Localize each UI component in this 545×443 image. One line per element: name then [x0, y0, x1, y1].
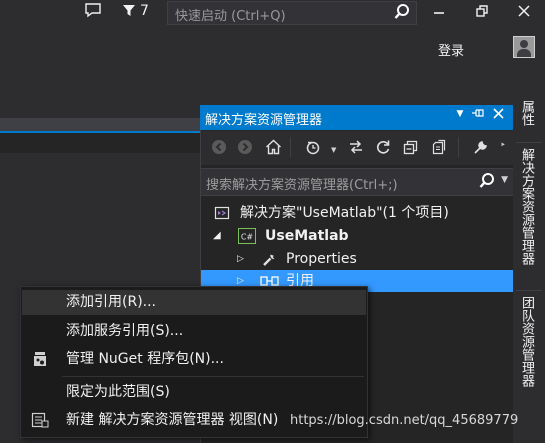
- panel-menu-icon[interactable]: ▼: [452, 109, 468, 119]
- collapsed-triangle-icon[interactable]: ▷: [237, 248, 244, 270]
- toolbar-separator: [290, 137, 291, 157]
- home-icon[interactable]: [264, 139, 282, 157]
- search-icon[interactable]: [394, 3, 410, 25]
- refresh-icon[interactable]: [374, 139, 392, 157]
- tree-item-properties[interactable]: ▷ Properties: [201, 248, 513, 270]
- forward-icon[interactable]: [236, 139, 254, 157]
- pin-icon[interactable]: [470, 107, 486, 123]
- dock-tab-solution-explorer[interactable]: 解决方案资源管理器: [517, 148, 536, 265]
- menu-item-label: 管理 NuGet 程序包(N)...: [66, 351, 224, 367]
- dock-tab-separator: [516, 290, 542, 291]
- notifications-icon[interactable]: [82, 1, 104, 27]
- menu-item-label: 新建 解决方案资源管理器 视图(N): [66, 412, 279, 428]
- watermark-url: https://blog.csdn.net/qq_45689779: [290, 413, 519, 428]
- tree-item-solution[interactable]: 解决方案"UseMatlab"(1 个项目): [201, 202, 513, 224]
- avatar[interactable]: [513, 36, 535, 58]
- dock-tab-team-explorer[interactable]: 团队资源管理器: [517, 296, 536, 387]
- menu-item-manage-nuget[interactable]: 管理 NuGet 程序包(N)...: [22, 347, 366, 372]
- document-tab-strip: [0, 118, 200, 131]
- collapse-all-icon[interactable]: [402, 139, 420, 157]
- close-panel-icon[interactable]: [490, 108, 506, 123]
- chevron-down-icon[interactable]: ▼: [331, 146, 336, 154]
- menu-item-label: 添加服务引用(S)...: [66, 323, 184, 339]
- close-button[interactable]: [510, 0, 538, 26]
- svg-text:C#: C#: [241, 233, 254, 242]
- solution-explorer-title: 解决方案资源管理器: [205, 113, 323, 128]
- solution-explorer-search-input[interactable]: 搜索解决方案资源管理器(Ctrl+;) ▼: [201, 168, 513, 196]
- dock-tab-separator: [516, 142, 542, 143]
- dock-tab-properties[interactable]: 属性: [517, 100, 536, 126]
- quick-launch-placeholder: 快速启动 (Ctrl+Q): [175, 9, 286, 24]
- tree-item-label: 解决方案"UseMatlab"(1 个项目): [240, 205, 449, 221]
- minimize-button[interactable]: [425, 0, 453, 26]
- editor-header: [0, 133, 200, 153]
- new-view-icon: [31, 412, 49, 437]
- search-options-chevron-icon[interactable]: ▼: [501, 175, 508, 185]
- toolbar-separator: [458, 137, 459, 157]
- tree-item-label: UseMatlab: [265, 228, 349, 244]
- restore-button[interactable]: [468, 0, 496, 26]
- sync-active-document-icon[interactable]: [347, 139, 365, 157]
- feedback-icon[interactable]: [122, 3, 136, 21]
- tree-item-label: Properties: [286, 251, 357, 267]
- menu-item-label: 添加引用(R)...: [66, 294, 157, 310]
- show-all-files-icon[interactable]: [430, 139, 448, 157]
- nuget-icon: [32, 351, 48, 376]
- menu-item-add-service-reference[interactable]: 添加服务引用(S)...: [22, 319, 366, 344]
- quick-launch-input[interactable]: 快速启动 (Ctrl+Q): [167, 1, 417, 25]
- toolbar-overflow-icon[interactable]: ‣: [500, 140, 506, 151]
- menu-item-label: 限定为此范围(S): [66, 384, 170, 400]
- menu-item-add-reference[interactable]: 添加引用(R)...: [22, 290, 366, 315]
- solution-explorer-search-placeholder: 搜索解决方案资源管理器(Ctrl+;): [206, 178, 398, 193]
- expanded-triangle-icon[interactable]: ◢: [213, 225, 221, 247]
- pending-changes-filter-icon[interactable]: [304, 139, 322, 157]
- properties-wrench-icon[interactable]: [472, 139, 490, 157]
- search-icon[interactable]: [479, 172, 495, 194]
- login-link[interactable]: 登录: [438, 40, 464, 59]
- menu-separator: [62, 376, 364, 377]
- tree-item-project[interactable]: ◢ C# UseMatlab: [201, 225, 513, 247]
- back-icon[interactable]: [210, 139, 228, 157]
- feedback-count[interactable]: 7: [140, 3, 149, 19]
- menu-item-scope-to-this[interactable]: 限定为此范围(S): [22, 380, 366, 405]
